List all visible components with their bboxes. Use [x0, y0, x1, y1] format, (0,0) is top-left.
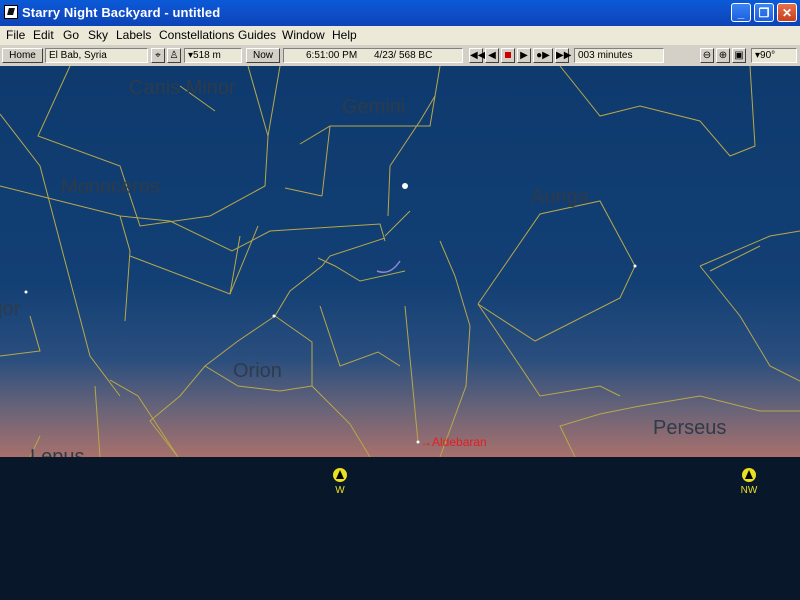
- step-back-button[interactable]: ◀: [485, 48, 499, 63]
- menu-file[interactable]: File: [6, 28, 25, 42]
- time-field[interactable]: 6:51:00 PM 4/23/ 568 BC: [283, 48, 463, 63]
- real-time-button[interactable]: ●▶: [533, 48, 553, 63]
- menu-constellations[interactable]: Constellations: [159, 28, 234, 42]
- sky-canvas[interactable]: [0, 66, 800, 457]
- menu-bar: File Edit Go Sky Labels Constellations G…: [0, 26, 800, 45]
- zoom-out-icon[interactable]: ⊖: [700, 48, 714, 63]
- toolbar: Home El Bab, Syria ⌖ ♙ ▾518 m Now 6:51:0…: [0, 45, 800, 67]
- minimize-button[interactable]: _: [731, 3, 751, 22]
- compass-northwest[interactable]: NW: [735, 468, 763, 496]
- label-auriga[interactable]: Auriga: [531, 186, 589, 209]
- compass-marker-icon: [742, 468, 756, 482]
- label-perseus[interactable]: Perseus: [653, 417, 726, 440]
- fast-forward-button[interactable]: ▶▶: [555, 48, 571, 63]
- zoom-fit-icon[interactable]: ▣: [732, 48, 746, 63]
- maximize-button[interactable]: ❐: [754, 3, 774, 22]
- now-button[interactable]: Now: [246, 48, 280, 63]
- binoculars-icon[interactable]: ⌖: [151, 48, 165, 63]
- title-bar: Starry Night Backyard - untitled _ ❐ ✕: [0, 0, 800, 26]
- menu-labels[interactable]: Labels: [116, 28, 151, 42]
- star[interactable]: [272, 314, 276, 318]
- location-field[interactable]: El Bab, Syria: [45, 48, 148, 63]
- horizon-ground: [0, 457, 800, 600]
- rewind-button[interactable]: ◀◀: [469, 48, 485, 63]
- person-icon[interactable]: ♙: [167, 48, 181, 63]
- sky-view[interactable]: Canis Minor Gemini Monoceros Auriga Orio…: [0, 66, 800, 457]
- label-canis-minor[interactable]: Canis Minor: [129, 77, 236, 100]
- star[interactable]: [24, 290, 28, 294]
- bright-star[interactable]: [402, 183, 408, 189]
- menu-guides[interactable]: Guides: [238, 28, 276, 42]
- close-button[interactable]: ✕: [777, 3, 797, 22]
- menu-help[interactable]: Help: [332, 28, 357, 42]
- menu-window[interactable]: Window: [282, 28, 325, 42]
- home-button[interactable]: Home: [2, 48, 43, 63]
- label-monoceros[interactable]: Monoceros: [61, 176, 160, 199]
- star-label-aldebaran[interactable]: →Aldebaran: [420, 435, 487, 449]
- label-orion[interactable]: Orion: [233, 360, 282, 383]
- menu-go[interactable]: Go: [63, 28, 79, 42]
- time-step-dropdown[interactable]: 003 minutes: [574, 48, 664, 63]
- compass-west[interactable]: W: [326, 468, 354, 496]
- label-lepus[interactable]: Lepus: [30, 446, 85, 457]
- compass-label: NW: [740, 485, 758, 496]
- menu-sky[interactable]: Sky: [88, 28, 108, 42]
- time-value[interactable]: 6:51:00 PM: [306, 50, 357, 61]
- compass-label: W: [335, 485, 345, 496]
- compass-marker-icon: [333, 468, 347, 482]
- label-gemini[interactable]: Gemini: [342, 96, 405, 119]
- star[interactable]: [633, 264, 637, 268]
- elevation-field[interactable]: ▾518 m: [184, 48, 242, 63]
- zoom-in-icon[interactable]: ⊕: [716, 48, 730, 63]
- play-button[interactable]: ▶: [517, 48, 531, 63]
- window-title: Starry Night Backyard - untitled: [22, 5, 221, 20]
- star-label-arrow: →: [420, 435, 432, 449]
- app-icon[interactable]: [4, 5, 18, 19]
- date-value[interactable]: 4/23/ 568 BC: [374, 50, 432, 61]
- menu-edit[interactable]: Edit: [33, 28, 54, 42]
- stop-button[interactable]: [501, 48, 515, 63]
- label-canis-major[interactable]: jor: [0, 298, 20, 321]
- field-of-view-dropdown[interactable]: ▾90°: [751, 48, 797, 63]
